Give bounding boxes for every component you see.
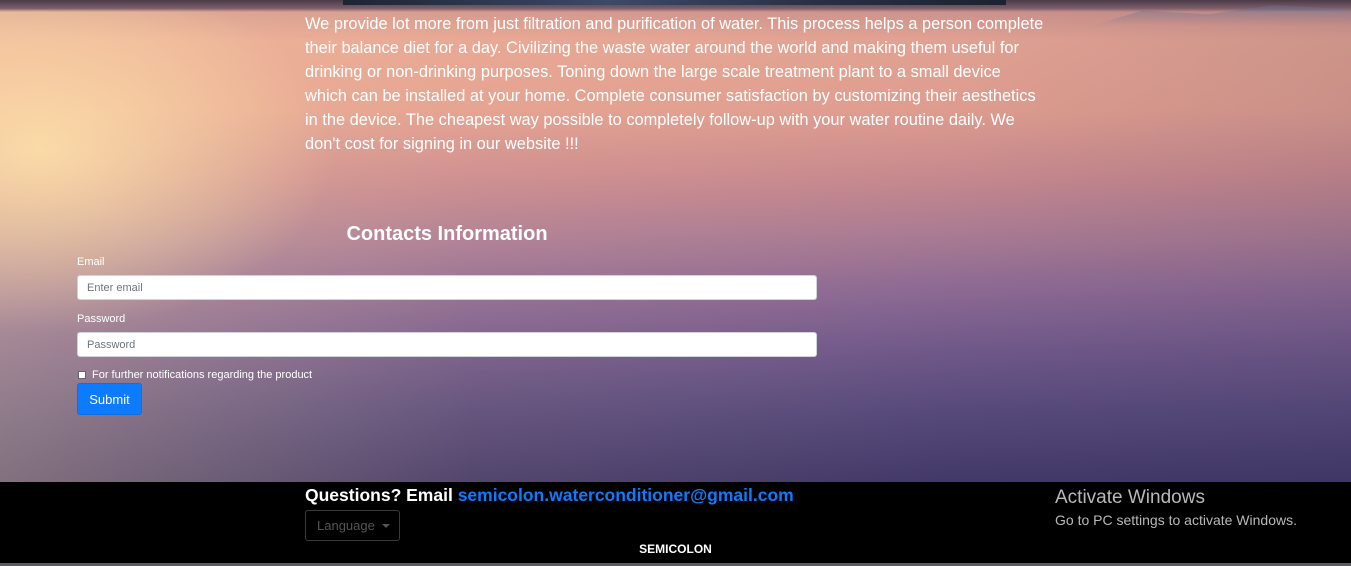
email-label: Email bbox=[77, 256, 105, 268]
windows-activation-watermark: Activate Windows Go to PC settings to ac… bbox=[1055, 487, 1297, 528]
caret-down-icon bbox=[381, 523, 390, 528]
contact-title: Contacts Information bbox=[346, 223, 548, 245]
questions-prefix: Questions? Email bbox=[305, 485, 453, 505]
password-label: Password bbox=[77, 313, 126, 325]
footer: Questions? Email semicolon.waterconditio… bbox=[0, 482, 1351, 566]
notifications-option: For further notifications regarding the … bbox=[77, 369, 312, 381]
contact-email-link[interactable]: semicolon.waterconditioner@gmail.com bbox=[458, 485, 794, 505]
password-field[interactable] bbox=[77, 332, 817, 357]
language-dropdown-label: Language bbox=[317, 518, 375, 533]
brand-name: SEMICOLON bbox=[639, 542, 712, 556]
activation-title: Activate Windows bbox=[1055, 487, 1205, 508]
language-dropdown[interactable]: Language bbox=[305, 510, 400, 541]
activation-subtitle: Go to PC settings to activate Windows. bbox=[1055, 512, 1297, 528]
product-banner-image bbox=[343, 0, 1006, 5]
questions-line: Questions? Email semicolon.waterconditio… bbox=[305, 485, 794, 506]
notifications-checkbox[interactable] bbox=[78, 371, 86, 379]
about-paragraph: We provide lot more from just filtration… bbox=[305, 15, 1044, 153]
notifications-checkbox-label: For further notifications regarding the … bbox=[92, 369, 313, 381]
submit-button[interactable]: Submit bbox=[77, 383, 142, 415]
email-field[interactable] bbox=[77, 275, 817, 300]
